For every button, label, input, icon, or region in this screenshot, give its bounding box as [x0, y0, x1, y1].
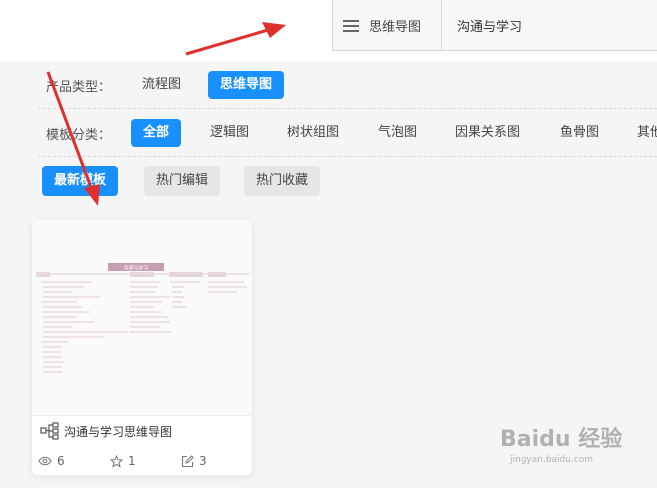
- doc-tab[interactable]: 沟通与学习: [457, 0, 522, 51]
- template-title[interactable]: 沟通与学习思维导图: [40, 421, 172, 441]
- menu-icon: [343, 20, 359, 32]
- template-category-label: 模板分类：: [46, 127, 112, 143]
- category-other[interactable]: 其他: [625, 119, 657, 147]
- template-title-text: 沟通与学习思维导图: [64, 424, 173, 439]
- sort-hot-edit[interactable]: 热门编辑: [144, 165, 221, 196]
- doc-tab-label: 沟通与学习: [457, 20, 523, 35]
- sort-hot-fav[interactable]: 热门收藏: [244, 165, 321, 196]
- star-icon: [110, 454, 123, 468]
- category-tree[interactable]: 树状组图: [275, 119, 351, 147]
- top-bar: 思维导图 沟通与学习: [0, 0, 657, 61]
- mindmap-thumbnail-graphic: 沟通与学习: [36, 263, 250, 373]
- sort-newest[interactable]: 最新模板: [42, 165, 119, 196]
- divider: [38, 108, 657, 109]
- menu-tab-label: 思维导图: [369, 20, 422, 35]
- thumb-root-label: 沟通与学习: [123, 265, 148, 272]
- category-cause-effect[interactable]: 因果关系图: [443, 119, 532, 147]
- divider: [38, 156, 657, 157]
- view-count: 6: [38, 454, 65, 468]
- category-all[interactable]: 全部: [131, 119, 182, 147]
- edit-count[interactable]: 3: [181, 454, 207, 468]
- menu-tab[interactable]: 思维导图: [333, 0, 442, 51]
- product-type-label: 产品类型：: [46, 79, 112, 95]
- template-category-row: 模板分类： 全部 逻辑图 树状组图 气泡图 因果关系图 鱼骨图 其他: [0, 117, 657, 149]
- category-bubble[interactable]: 气泡图: [366, 119, 429, 147]
- mindmap-icon: [40, 422, 59, 440]
- category-logic[interactable]: 逻辑图: [198, 119, 261, 147]
- tab-strip: 思维导图 沟通与学习: [332, 0, 657, 51]
- sort-row: 最新模板 热门编辑 热门收藏: [0, 165, 657, 196]
- product-option-flowchart[interactable]: 流程图: [130, 71, 193, 99]
- edit-icon: [181, 454, 194, 467]
- eye-icon: [38, 456, 52, 466]
- template-card[interactable]: 沟通与学习 沟通与学习思维导图 6 1 3: [32, 220, 252, 475]
- baidu-watermark-url: jingyan.baidu.com: [510, 455, 594, 465]
- category-fishbone[interactable]: 鱼骨图: [548, 119, 611, 147]
- baidu-watermark: Baidu 经验: [500, 427, 623, 452]
- product-type-row: 产品类型： 流程图 思维导图: [0, 69, 657, 101]
- template-thumbnail[interactable]: 沟通与学习: [32, 220, 252, 416]
- product-option-mindmap[interactable]: 思维导图: [208, 71, 285, 99]
- like-count[interactable]: 1: [110, 454, 136, 468]
